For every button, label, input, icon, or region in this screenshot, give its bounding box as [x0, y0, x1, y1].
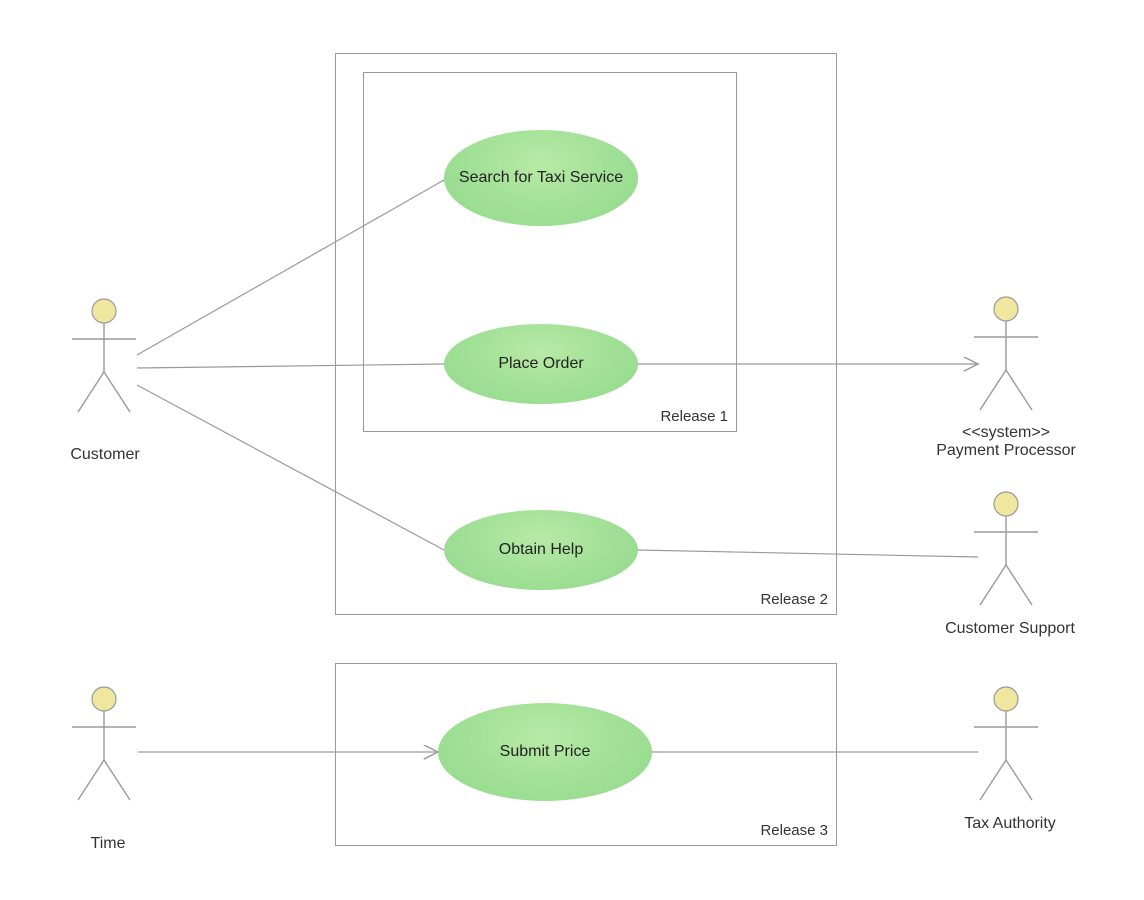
actor-tax-authority-label: Tax Authority — [950, 815, 1070, 833]
actor-time — [64, 685, 144, 805]
actor-payment-processor-name: Payment Processor — [916, 442, 1096, 460]
diagram-canvas: Release 2 Release 1 Release 3 Search for… — [0, 0, 1144, 900]
usecase-obtain-help: Obtain Help — [444, 510, 638, 590]
actor-customer-label: Customer — [55, 446, 155, 464]
stickman-icon — [966, 685, 1046, 805]
release-2-label: Release 2 — [760, 591, 828, 608]
actor-time-label: Time — [68, 835, 148, 853]
actor-payment-processor-label: <<system>> Payment Processor — [916, 424, 1096, 460]
stickman-icon — [966, 490, 1046, 610]
stickman-icon — [966, 295, 1046, 415]
usecase-search-label: Search for Taxi Service — [459, 168, 623, 187]
release-1-label: Release 1 — [660, 408, 728, 425]
stickman-icon — [64, 297, 144, 417]
usecase-place-order-label: Place Order — [498, 354, 583, 373]
usecase-search: Search for Taxi Service — [444, 130, 638, 226]
release-3-label: Release 3 — [760, 822, 828, 839]
actor-tax-authority — [966, 685, 1046, 805]
usecase-submit-price-label: Submit Price — [500, 742, 591, 761]
actor-customer-support — [966, 490, 1046, 610]
actor-customer-support-label: Customer Support — [930, 620, 1090, 638]
actor-customer — [64, 297, 144, 417]
actor-payment-processor-stereotype: <<system>> — [916, 424, 1096, 442]
usecase-submit-price: Submit Price — [438, 703, 652, 801]
usecase-place-order: Place Order — [444, 324, 638, 404]
stickman-icon — [64, 685, 144, 805]
actor-payment-processor — [966, 295, 1046, 415]
usecase-obtain-help-label: Obtain Help — [499, 540, 584, 559]
